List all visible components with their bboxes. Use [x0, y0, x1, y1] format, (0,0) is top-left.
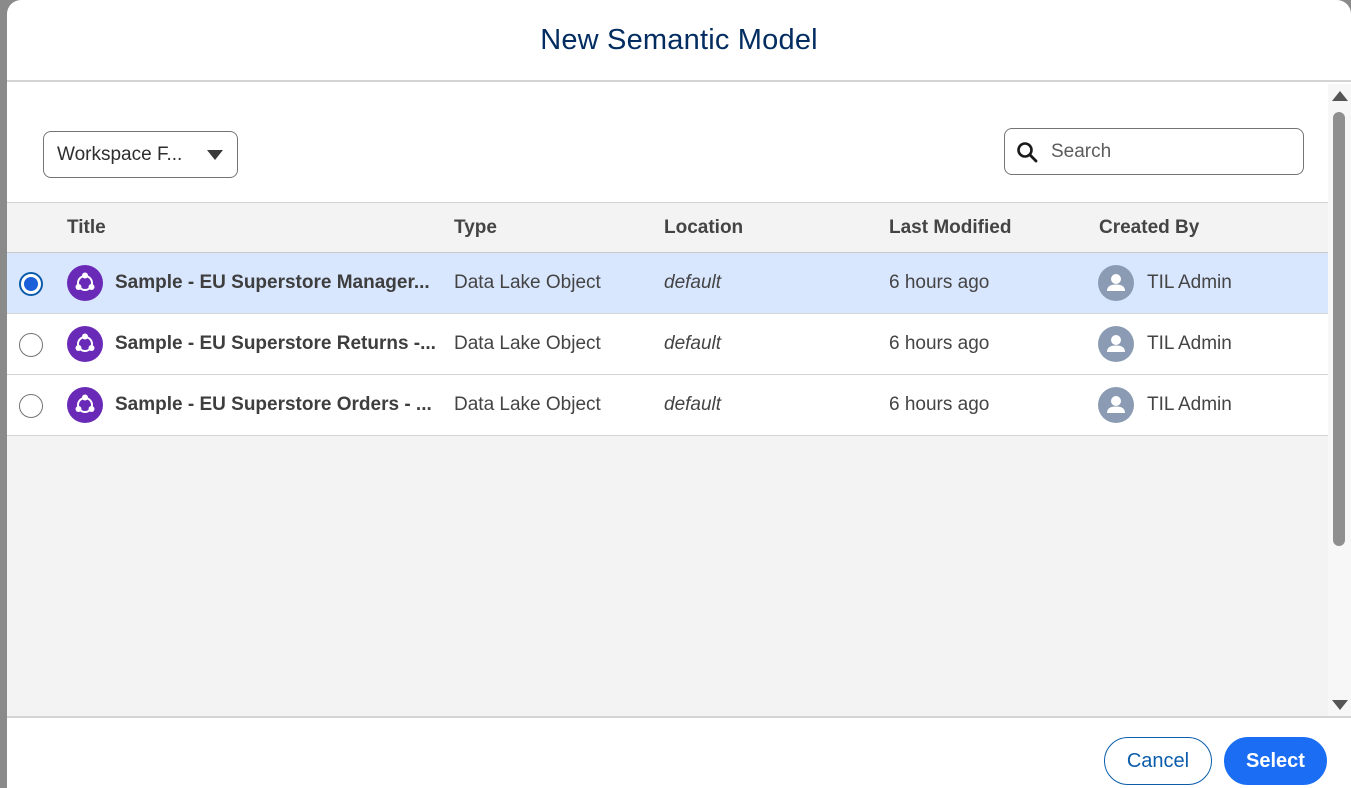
modal-title: New Semantic Model — [540, 23, 818, 56]
search-icon — [1017, 142, 1038, 163]
column-header-title[interactable]: Title — [67, 203, 106, 253]
row-radio[interactable] — [19, 333, 43, 357]
semantic-model-icon — [67, 387, 103, 423]
table-row[interactable]: Sample - EU Superstore Orders - ... Data… — [7, 375, 1328, 436]
row-created-by: TIL Admin — [1147, 272, 1232, 293]
row-location: default — [664, 272, 722, 293]
column-header-location[interactable]: Location — [664, 203, 743, 253]
scroll-up-arrow-icon[interactable] — [1332, 91, 1348, 101]
modal-body: Workspace F... Title Type Location Last … — [7, 84, 1351, 716]
toolbar: Workspace F... — [7, 84, 1328, 202]
row-last-modified: 6 hours ago — [889, 333, 990, 354]
cancel-button[interactable]: Cancel — [1104, 737, 1212, 785]
user-avatar-icon — [1098, 265, 1134, 301]
table-header: Title Type Location Last Modified Create… — [7, 202, 1328, 253]
row-type: Data Lake Object — [454, 394, 601, 415]
new-semantic-model-modal: New Semantic Model Workspace F... Title — [7, 0, 1351, 788]
row-radio[interactable] — [19, 394, 43, 418]
scroll-thumb[interactable] — [1333, 112, 1345, 546]
vertical-scrollbar[interactable] — [1328, 84, 1351, 716]
column-header-type[interactable]: Type — [454, 203, 497, 253]
table-row[interactable]: Sample - EU Superstore Returns -... Data… — [7, 314, 1328, 375]
row-last-modified: 6 hours ago — [889, 394, 990, 415]
row-created-by: TIL Admin — [1147, 394, 1232, 415]
row-title[interactable]: Sample - EU Superstore Orders - ... — [115, 375, 432, 435]
table-row[interactable]: Sample - EU Superstore Manager... Data L… — [7, 253, 1328, 314]
row-type: Data Lake Object — [454, 272, 601, 293]
modal-header: New Semantic Model — [7, 0, 1351, 82]
row-location: default — [664, 333, 722, 354]
semantic-model-icon — [67, 265, 103, 301]
row-title[interactable]: Sample - EU Superstore Returns -... — [115, 314, 436, 374]
workspace-filter-dropdown[interactable]: Workspace F... — [43, 131, 238, 178]
workspace-filter-label: Workspace F... — [57, 143, 183, 165]
row-location: default — [664, 394, 722, 415]
scroll-down-arrow-icon[interactable] — [1332, 700, 1348, 710]
row-type: Data Lake Object — [454, 333, 601, 354]
search-input[interactable] — [1051, 137, 1291, 167]
row-title[interactable]: Sample - EU Superstore Manager... — [115, 253, 430, 313]
semantic-model-icon — [67, 326, 103, 362]
row-created-by: TIL Admin — [1147, 333, 1232, 354]
chevron-down-icon — [207, 150, 223, 160]
search-box — [1004, 128, 1304, 175]
select-button[interactable]: Select — [1224, 737, 1327, 785]
row-last-modified: 6 hours ago — [889, 272, 990, 293]
column-header-created-by[interactable]: Created By — [1099, 203, 1199, 253]
modal-footer: Cancel Select — [7, 716, 1351, 788]
user-avatar-icon — [1098, 387, 1134, 423]
content-area: Workspace F... Title Type Location Last … — [7, 84, 1328, 716]
column-header-last-modified[interactable]: Last Modified — [889, 203, 1011, 253]
row-radio[interactable] — [19, 272, 43, 296]
user-avatar-icon — [1098, 326, 1134, 362]
